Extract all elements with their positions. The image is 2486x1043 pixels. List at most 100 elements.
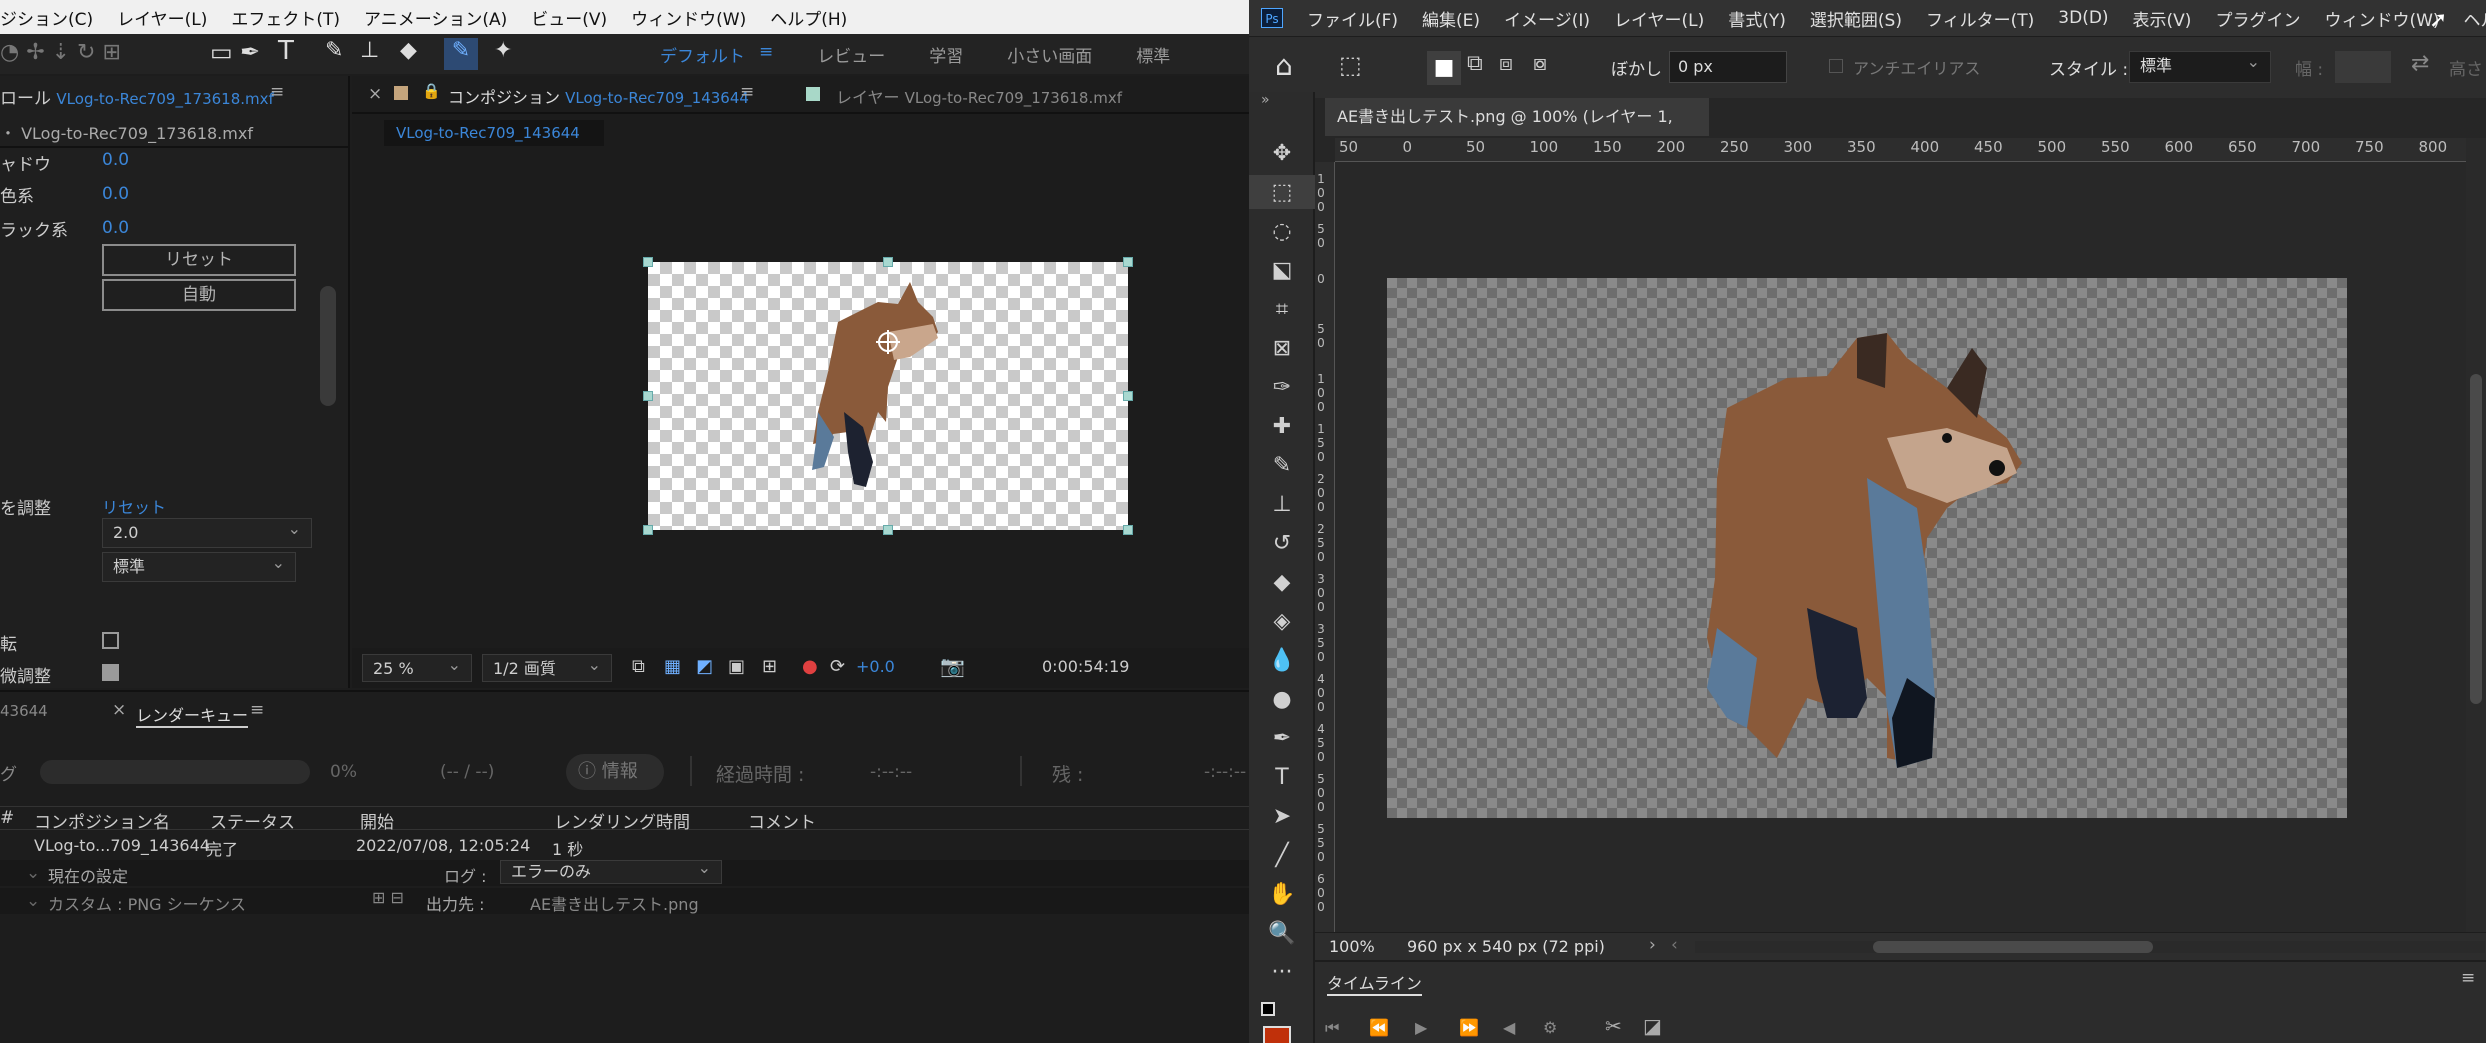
ps-menu-item[interactable]: 編集(E): [1422, 6, 1480, 31]
col-start[interactable]: 開始: [360, 808, 394, 833]
ps-menu-item[interactable]: ファイル(F): [1307, 6, 1398, 31]
exposure-value[interactable]: +0.0: [856, 657, 895, 676]
layer-tab[interactable]: レイヤー VLog-to-Rec709_173618.mxf: [836, 84, 1122, 108]
quality-select[interactable]: 1/2 画質: [482, 651, 612, 682]
play-icon[interactable]: ▶: [1415, 1018, 1427, 1037]
ae-menu-item[interactable]: エフェクト(T): [231, 5, 340, 30]
vertical-scroll-thumb[interactable]: [2470, 374, 2482, 704]
default-colors-icon[interactable]: [1261, 1002, 1275, 1016]
panel-menu-icon[interactable]: ≡: [270, 82, 284, 102]
ps-canvas-area[interactable]: [1335, 162, 2466, 932]
workspace-tab[interactable]: 標準: [1136, 42, 1170, 67]
ae-menu-item[interactable]: アニメーション(A): [364, 5, 507, 30]
ae-menu-item[interactable]: ビュー(V): [531, 5, 607, 30]
transform-handle[interactable]: [643, 391, 653, 401]
tool-icons[interactable]: ◔ ✢ ⇣ ↻ ⊞: [0, 40, 121, 65]
expand-icon[interactable]: ⌄: [26, 863, 40, 883]
guides-icon[interactable]: ▣: [728, 656, 745, 677]
auto-button[interactable]: 自動: [102, 279, 296, 311]
reset-button[interactable]: リセット: [102, 244, 296, 276]
comp-viewer-canvas[interactable]: [648, 262, 1128, 530]
next-frame-icon[interactable]: ⏩: [1459, 1018, 1479, 1037]
transform-handle[interactable]: [1123, 391, 1133, 401]
transform-handle[interactable]: [1123, 525, 1133, 535]
more-icon[interactable]: ···: [1249, 955, 1315, 989]
reset-exposure-icon[interactable]: ⟳: [830, 656, 845, 677]
ps-menu-item[interactable]: フィルター(T): [1926, 6, 2034, 31]
grid-icon[interactable]: ⊞: [762, 656, 777, 677]
horizontal-scroll-thumb[interactable]: [1873, 941, 2153, 953]
stamp-icon[interactable]: ⊥: [1249, 487, 1315, 521]
ps-menu-item[interactable]: ウィンドウ(W): [2324, 6, 2439, 31]
shape-tool-icon[interactable]: ▭: [210, 38, 233, 66]
status-zoom[interactable]: 100%: [1329, 937, 1375, 956]
settings-icon[interactable]: ⚙: [1543, 1018, 1557, 1037]
eyedropper-icon[interactable]: ✑: [1249, 370, 1315, 404]
col-status[interactable]: ステータス: [210, 808, 295, 833]
render-settings-link[interactable]: 現在の設定: [48, 863, 128, 887]
comp-menu-icon[interactable]: ≡: [740, 82, 754, 102]
eraser-tool-icon[interactable]: ◆: [400, 38, 417, 63]
crop-icon[interactable]: ⌗: [1249, 292, 1315, 326]
horizontal-scrollbar[interactable]: [1695, 941, 2485, 953]
split-icon[interactable]: ✂: [1605, 1014, 1622, 1038]
transparency-grid-icon[interactable]: ▦: [664, 656, 681, 677]
transform-handle[interactable]: [883, 525, 893, 535]
lasso-icon[interactable]: ◌: [1249, 214, 1315, 248]
object-select-icon[interactable]: ⬕: [1249, 253, 1315, 287]
style-select[interactable]: 標準: [2129, 48, 2271, 83]
move-icon[interactable]: ✥: [1249, 136, 1315, 170]
close-render-tab-icon[interactable]: ×: [112, 700, 126, 720]
render-queue-tab[interactable]: レンダーキュー: [136, 702, 249, 728]
timeline-tab[interactable]: 43644: [0, 702, 48, 720]
ps-menu-item[interactable]: 表示(V): [2133, 6, 2192, 31]
hand-icon[interactable]: ✋: [1249, 877, 1315, 911]
workspace-tab[interactable]: レビュー: [817, 42, 885, 67]
zoom-icon[interactable]: 🔍: [1249, 916, 1315, 950]
render-menu-icon[interactable]: ≡: [250, 700, 264, 720]
add-selection-icon[interactable]: ⧉: [1467, 51, 1483, 76]
scroll-left-icon[interactable]: ‹: [1671, 935, 1678, 955]
timeline-menu-icon[interactable]: ≡: [2461, 968, 2475, 988]
ps-menu-item[interactable]: レイヤー(L): [1614, 6, 1704, 31]
new-selection-icon[interactable]: ■: [1427, 51, 1461, 85]
pen-icon[interactable]: ✒: [1249, 721, 1315, 755]
transform-handle[interactable]: [643, 525, 653, 535]
status-menu-arrow-icon[interactable]: ›: [1649, 935, 1656, 955]
antialias-checkbox[interactable]: [1829, 59, 1843, 73]
doc-tab[interactable]: AE書き出しテスト.png @ 100% (レイヤー 1, RGB/16#)×: [1325, 98, 1709, 164]
info-button[interactable]: ⓘ 情報: [566, 754, 664, 790]
col-render-time[interactable]: レンダリング時間: [554, 808, 690, 833]
intersect-selection-icon[interactable]: ⧇: [1533, 51, 1547, 76]
brush-tool-icon[interactable]: ✎: [325, 38, 343, 63]
black-value[interactable]: 0.0: [102, 218, 129, 238]
transform-handle[interactable]: [1123, 257, 1133, 267]
ps-menu-item[interactable]: イメージ(I): [1504, 6, 1590, 31]
camera-icon[interactable]: 📷: [940, 654, 965, 678]
flip-checkbox[interactable]: [102, 632, 119, 649]
timecode[interactable]: 0:00:54:19: [1042, 657, 1129, 676]
snapshot-region-icon[interactable]: ⧉: [632, 656, 645, 677]
subtract-selection-icon[interactable]: ⧈: [1499, 51, 1513, 76]
workspace-tab[interactable]: 学習: [929, 42, 963, 67]
path-select-icon[interactable]: ➤: [1249, 799, 1315, 833]
mask-icon[interactable]: ◩: [696, 656, 713, 677]
marquee-preset-icon[interactable]: ⬚: [1339, 51, 1362, 79]
ps-menu-item[interactable]: プラグイン: [2215, 6, 2300, 31]
shadow-value[interactable]: 0.0: [102, 150, 129, 170]
vertical-scrollbar[interactable]: [2466, 138, 2486, 932]
stamp-tool-icon[interactable]: ⊥: [360, 38, 379, 63]
channel-icon[interactable]: ●: [802, 656, 818, 677]
bucket-icon[interactable]: ◈: [1249, 604, 1315, 638]
ae-menu-item[interactable]: ヘルプ(H): [770, 5, 847, 30]
blur-icon[interactable]: 💧: [1249, 643, 1315, 677]
eraser-icon[interactable]: ◆: [1249, 565, 1315, 599]
transform-handle[interactable]: [643, 257, 653, 267]
col-comp-name[interactable]: コンポジション名: [34, 808, 170, 833]
close-tab-icon[interactable]: ×: [368, 84, 382, 104]
pen-tool-icon[interactable]: ✒: [240, 38, 260, 66]
prev-frame-icon[interactable]: ⏪: [1369, 1018, 1389, 1037]
zoom-select[interactable]: 25 %: [362, 651, 472, 682]
frame-icon[interactable]: ⊠: [1249, 331, 1315, 365]
ps-menu-item[interactable]: 選択範囲(S): [1810, 6, 1902, 31]
